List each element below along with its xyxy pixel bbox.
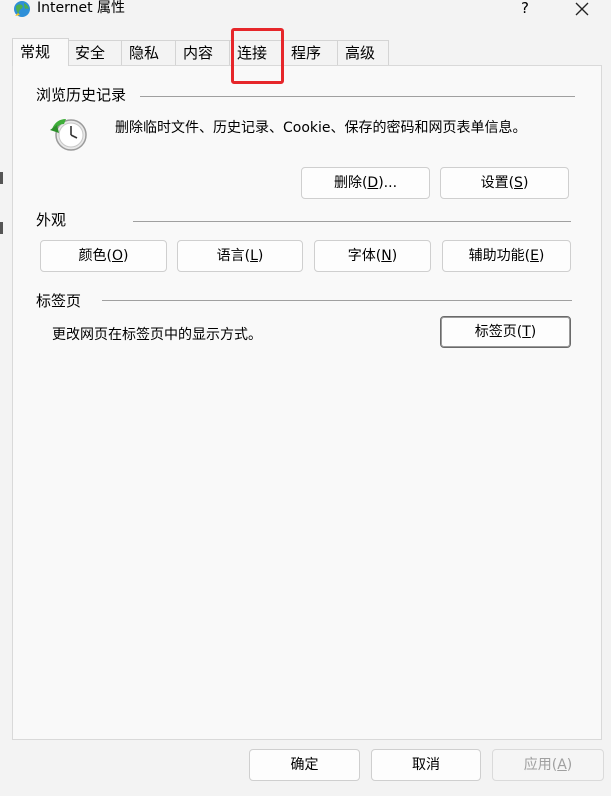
internet-options-dialog: Internet 属性 ? 常规 安全 隐私 内容 连接 程序 高级 浏览历史记… [0, 0, 611, 796]
close-icon[interactable] [570, 0, 594, 18]
annotation-highlight-box [231, 28, 284, 84]
globe-icon [14, 1, 30, 17]
tabs-settings-button[interactable]: 标签页(T) [440, 316, 571, 348]
history-group-divider [140, 96, 575, 97]
title-bar: Internet 属性 ? [0, 0, 611, 20]
tab-general[interactable]: 常规 [12, 38, 69, 66]
languages-button[interactable]: 语言(L) [177, 240, 303, 272]
history-group-title: 浏览历史记录 [36, 86, 127, 104]
tabs-description: 更改网页在标签页中的显示方式。 [52, 327, 262, 343]
apply-button[interactable]: 应用(A) [492, 749, 604, 781]
appearance-group-divider [133, 221, 571, 222]
tab-advanced[interactable]: 高级 [337, 40, 389, 65]
tab-strip: 常规 安全 隐私 内容 连接 程序 高级 [12, 38, 602, 66]
tabs-group-divider [102, 300, 572, 301]
tab-privacy[interactable]: 隐私 [121, 40, 176, 65]
ok-button[interactable]: 确定 [249, 749, 360, 781]
history-settings-button[interactable]: 设置(S) [440, 167, 569, 199]
background-window-edge [0, 222, 3, 234]
window-title: Internet 属性 [37, 0, 126, 16]
accessibility-button[interactable]: 辅助功能(E) [442, 240, 571, 272]
tab-security[interactable]: 安全 [67, 40, 122, 65]
help-button[interactable]: ? [514, 0, 536, 18]
background-window-edge [0, 172, 3, 184]
delete-history-button[interactable]: 删除(D)... [301, 167, 430, 199]
fonts-button[interactable]: 字体(N) [314, 240, 431, 272]
history-description: 删除临时文件、历史记录、Cookie、保存的密码和网页表单信息。 [115, 120, 527, 136]
cancel-button[interactable]: 取消 [371, 749, 481, 781]
tab-content[interactable]: 内容 [175, 40, 230, 65]
tabs-group-title: 标签页 [36, 292, 82, 310]
tab-programs[interactable]: 程序 [283, 40, 338, 65]
history-clock-icon [50, 119, 87, 151]
appearance-group-title: 外观 [36, 211, 67, 229]
colors-button[interactable]: 颜色(O) [40, 240, 167, 272]
